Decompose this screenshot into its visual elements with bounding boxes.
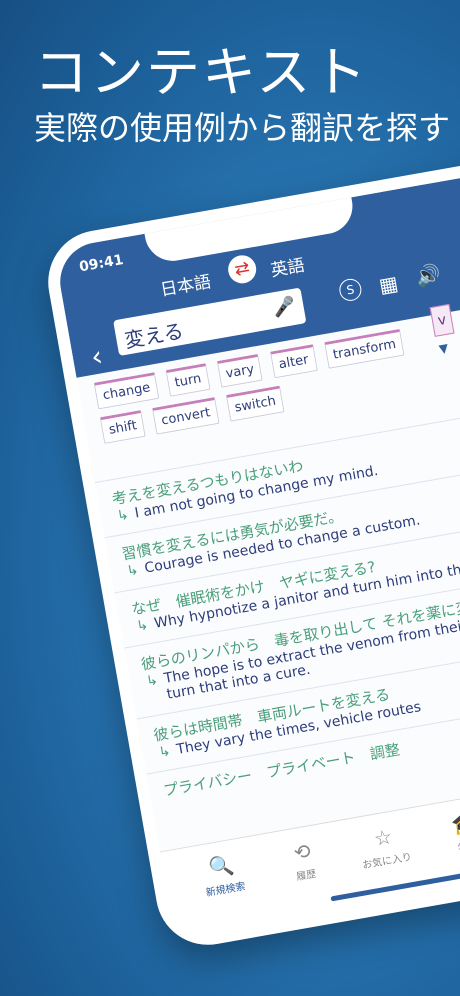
star-icon: ☆ (372, 824, 394, 851)
notch (143, 193, 357, 266)
subline: 実際の使用例から翻訳を探す (34, 109, 451, 147)
chip-vary[interactable]: vary (216, 353, 264, 388)
back-icon[interactable]: ‹ (88, 339, 105, 373)
speaker-icon[interactable]: 🔊 (414, 261, 443, 289)
tab-new-search[interactable]: 🔍 新規検索 (190, 849, 256, 901)
source-language[interactable]: 日本語 (158, 267, 213, 301)
search-value: 変える (122, 318, 186, 353)
tab-learning[interactable]: 🎓 学習 (432, 806, 460, 858)
swap-languages-icon[interactable]: ⇄ (225, 253, 259, 286)
chip-alter[interactable]: alter (269, 344, 318, 379)
graduation-cap-icon: 🎓 (449, 809, 460, 838)
chip-shift[interactable]: shift (99, 410, 146, 444)
tab-history[interactable]: ⟲ 履歴 (271, 835, 337, 887)
search-input[interactable]: 変える 🎤 (113, 287, 307, 356)
s-icon[interactable]: S (337, 277, 364, 303)
grid-icon[interactable]: ▦ (377, 271, 400, 298)
tab-label: 履歴 (295, 868, 318, 884)
example-list: 考えを変えるつもりはないわ I am not going to change m… (94, 400, 460, 814)
expand-arrow-icon[interactable]: ▼ (438, 341, 450, 356)
chip-turn[interactable]: turn (165, 363, 211, 397)
history-icon: ⟲ (291, 838, 313, 866)
tab-favorites[interactable]: ☆ お気に入り (351, 820, 417, 872)
chip-change[interactable]: change (93, 372, 160, 410)
tab-label: お気に入り (361, 851, 413, 872)
chip-switch[interactable]: switch (225, 385, 285, 422)
target-language[interactable]: 英語 (268, 251, 306, 282)
microphone-icon[interactable]: 🎤 (271, 295, 297, 320)
home-indicator (330, 872, 460, 902)
phone-mockup: 09:41 日本語 ⇄ 英語 S ▦ 🔊 ‹ 変える 🎤 v ▼ change … (40, 154, 460, 954)
tab-label: 新規検索 (205, 881, 247, 900)
headline: コンテキスト (34, 41, 369, 104)
chip-convert[interactable]: convert (152, 397, 220, 435)
status-time: 09:41 (77, 251, 125, 276)
chip-transform[interactable]: transform (323, 328, 405, 369)
magnifier-icon: 🔍 (207, 852, 236, 880)
